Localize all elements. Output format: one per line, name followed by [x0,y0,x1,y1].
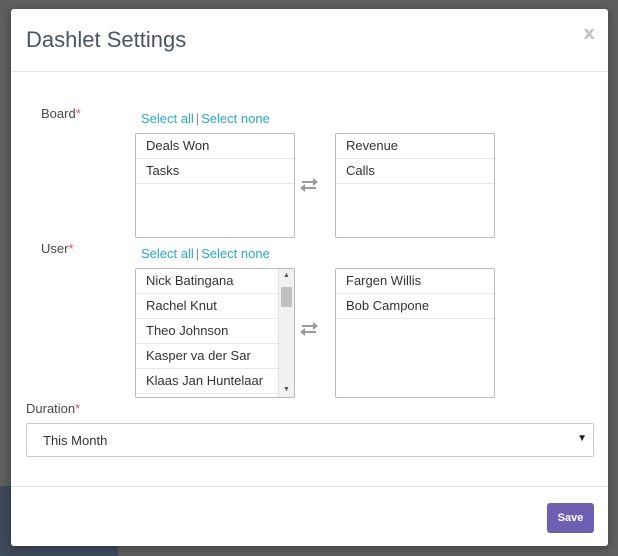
list-item[interactable]: Klaas Jan Huntelaar [136,369,278,394]
board-label: Board* [41,106,81,121]
list-item[interactable]: Tasks [136,159,294,184]
user-selected-list[interactable]: Fargen Willis Bob Campone [335,268,495,398]
modal-header: Dashlet Settings x [11,9,608,72]
scroll-up-arrow-icon[interactable]: ▲ [279,269,294,283]
list-item[interactable]: Nick Batingana [136,269,278,294]
duration-select[interactable]: This Month ▼ [26,423,594,457]
user-list-scrollbar[interactable]: ▲ ▼ [278,269,294,397]
list-item[interactable]: Kasper va der Sar [136,344,278,369]
user-select-links: Select all | Select none [141,246,270,261]
required-mark: * [68,241,74,256]
duration-label: Duration* [26,401,80,416]
list-item[interactable]: Fargen Willis [336,269,494,294]
required-mark: * [75,401,81,416]
transfer-arrows-icon[interactable] [298,320,320,336]
user-select-all-link[interactable]: Select all [141,246,194,261]
list-item[interactable]: Bob Campone [336,294,494,319]
user-label: User* [41,241,74,256]
list-item[interactable]: Calls [336,159,494,184]
board-select-none-link[interactable]: Select none [201,111,270,126]
close-icon[interactable]: x [583,23,595,44]
user-select-none-link[interactable]: Select none [201,246,270,261]
scroll-thumb[interactable] [281,287,292,307]
board-select-all-link[interactable]: Select all [141,111,194,126]
scroll-down-arrow-icon[interactable]: ▼ [279,383,294,397]
board-select-links: Select all | Select none [141,111,270,126]
user-available-list[interactable]: Nick Batingana Rachel Knut Theo Johnson … [135,268,295,398]
required-mark: * [75,106,81,121]
duration-select-value: This Month [43,433,108,448]
caret-down-icon: ▼ [577,433,587,444]
dashlet-settings-modal: Dashlet Settings x Board* Select all | Sel… [11,9,608,546]
transfer-arrows-icon[interactable] [298,176,320,192]
list-item[interactable]: Theo Johnson [136,319,278,344]
board-available-list[interactable]: Deals Won Tasks [135,133,295,238]
list-item[interactable]: Rachel Knut [136,294,278,319]
modal-title: Dashlet Settings [26,27,187,52]
save-button[interactable]: Save [547,503,594,533]
list-item[interactable]: Revenue [336,134,494,159]
duration-label-text: Duration [26,401,76,416]
board-label-text: Board [41,106,76,121]
list-item[interactable]: Deals Won [136,134,294,159]
board-selected-list[interactable]: Revenue Calls [335,133,495,238]
user-label-text: User [41,241,69,256]
modal-footer [11,486,608,546]
